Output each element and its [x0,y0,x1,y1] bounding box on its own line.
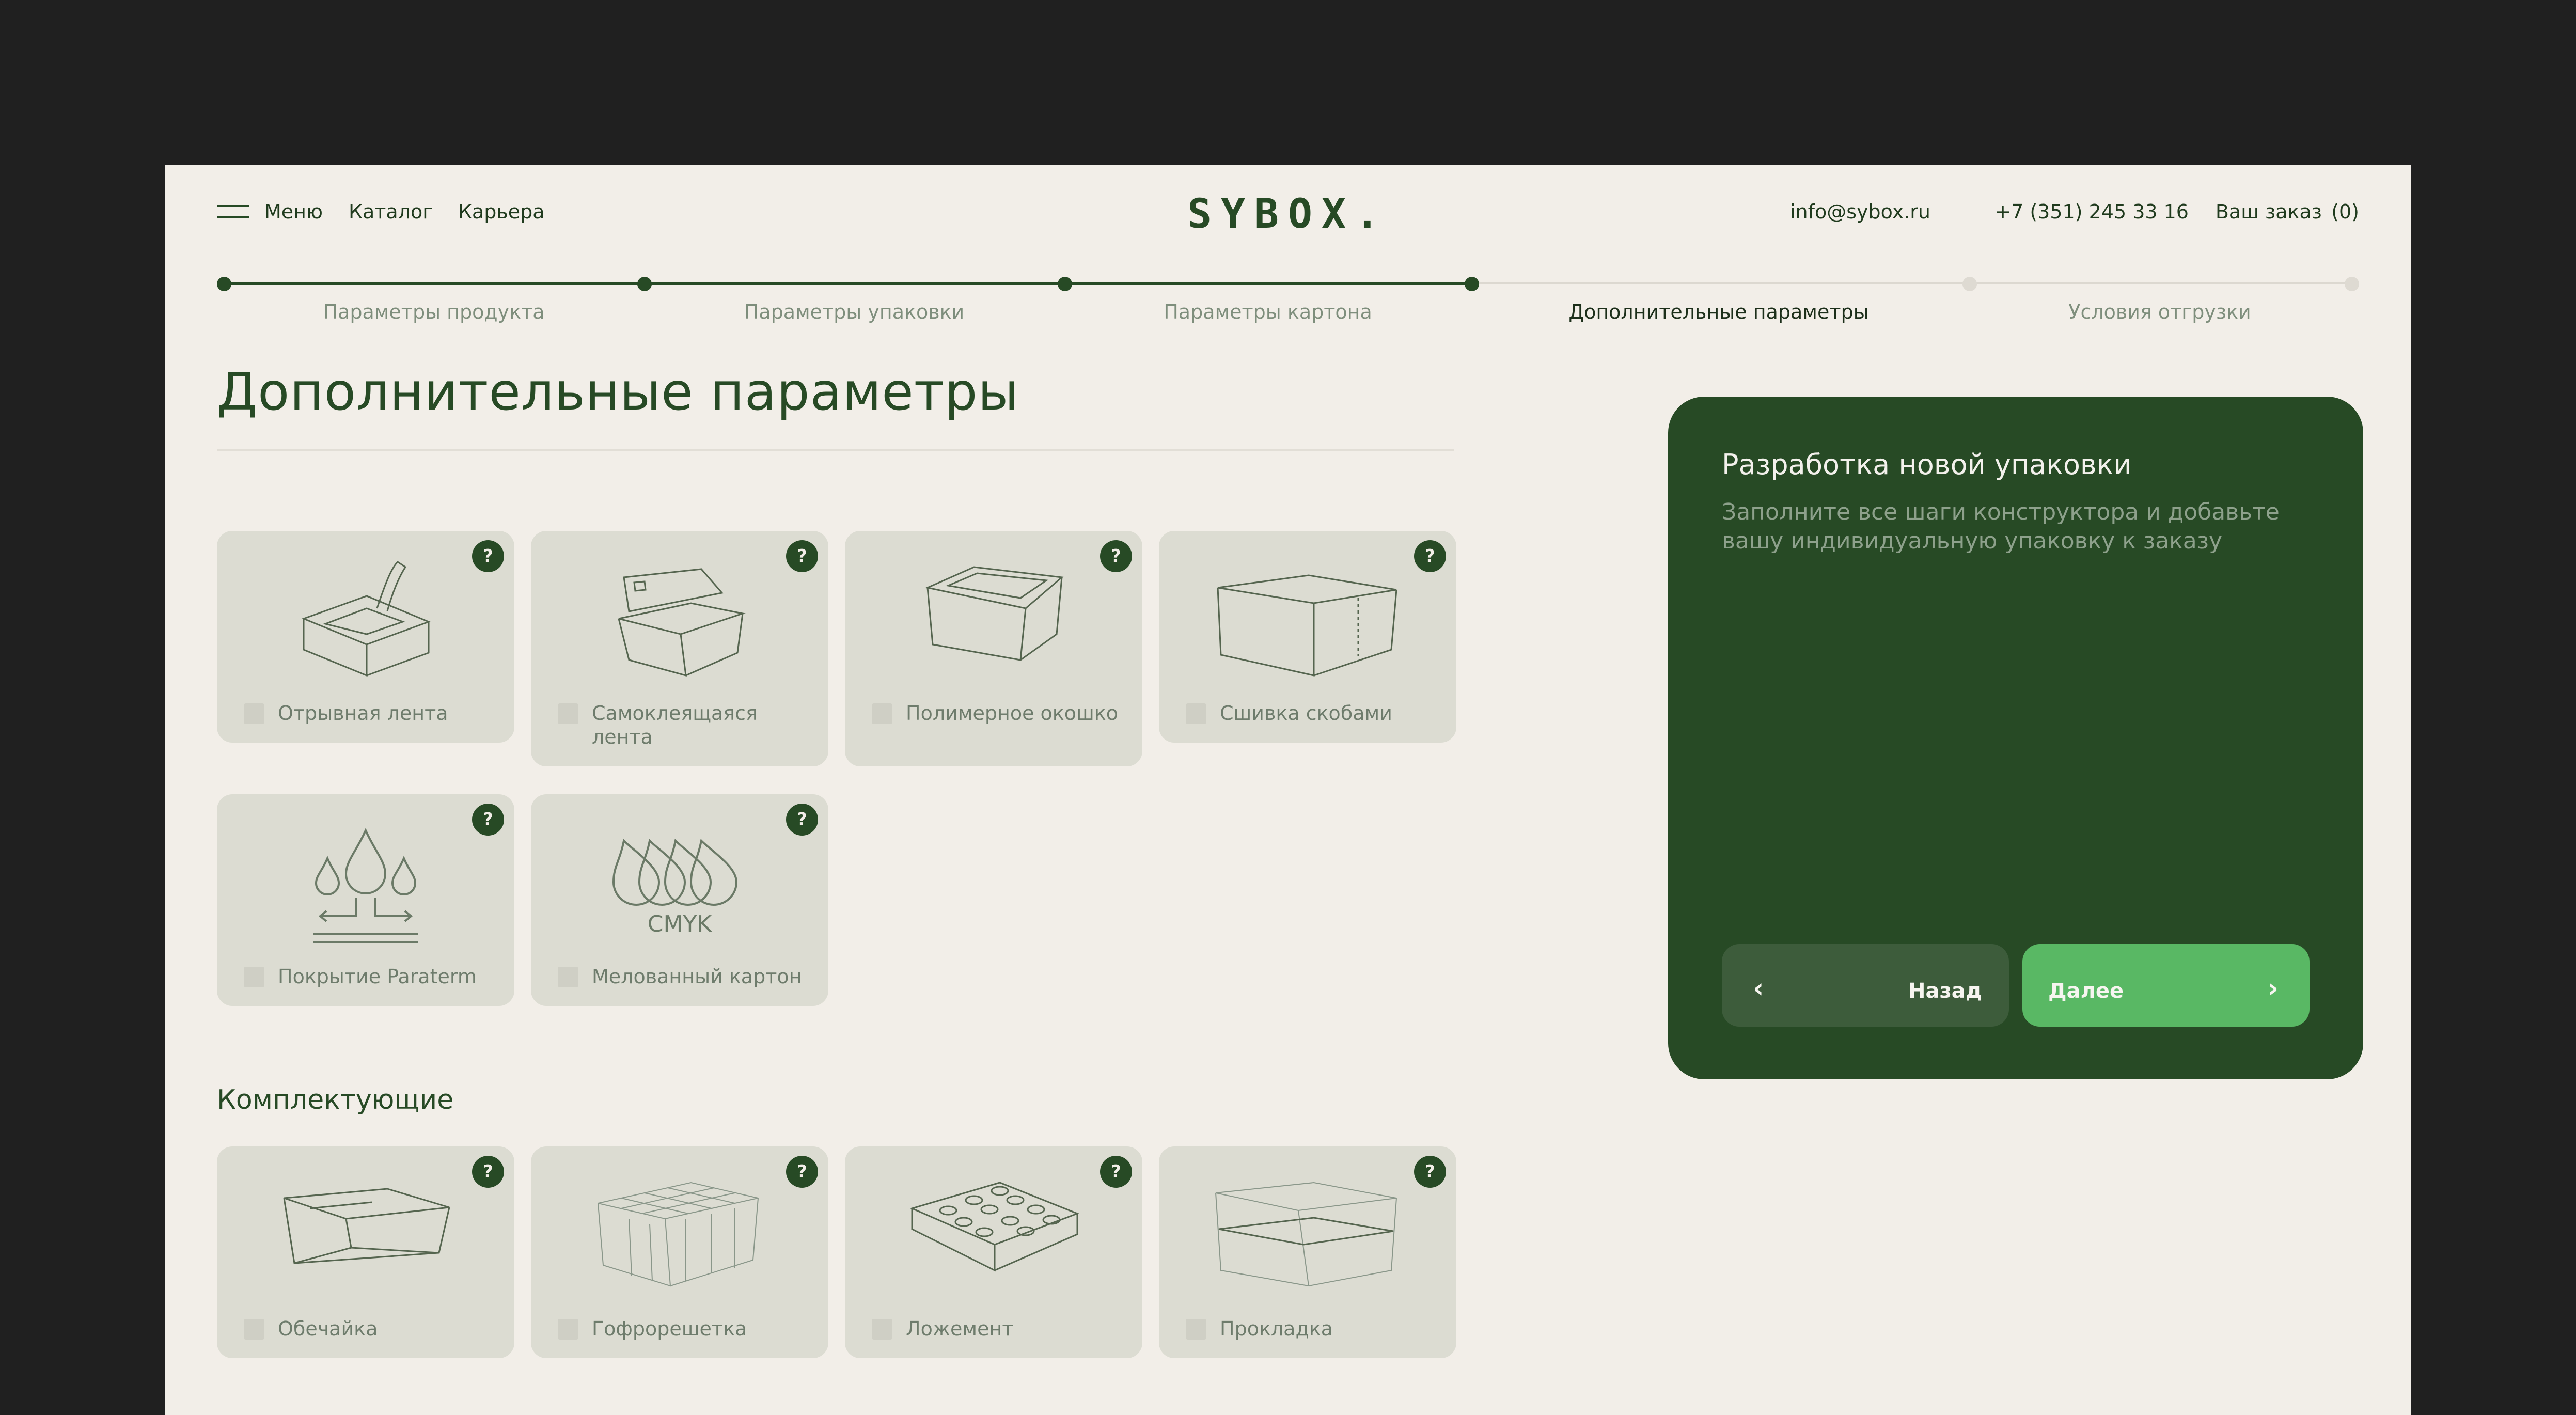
option-label: Сшивка скобами [1220,702,1392,725]
step-dot [1962,277,1977,291]
chevron-left-icon: ‹ [1753,973,1764,1004]
option-card-window[interactable]: ? Полимерное окошко [845,531,1142,766]
back-label: Назад [1908,979,1982,1003]
option-card-self-adhesive[interactable]: ? Самоклеящаяся лента [531,531,828,766]
component-label: Прокладка [1220,1317,1333,1340]
component-label: Обечайка [278,1317,378,1340]
tear-tape-box-icon [301,561,431,677]
step-connector [1065,282,1472,285]
self-adhesive-box-icon [618,568,746,677]
pad-icon [1215,1182,1397,1287]
progress-stepper: Параметры продукта Параметры упаковки Па… [217,269,2359,331]
menu-link[interactable]: Меню [264,200,323,223]
option-checkbox[interactable] [558,967,578,987]
step-cardboard[interactable]: Параметры картона [1164,301,1372,323]
component-card-pad[interactable]: ? Прокладка [1159,1146,1456,1358]
page-title: Дополнительные параметры [217,361,1019,422]
option-label: Отрывная лента [278,702,448,725]
step-product[interactable]: Параметры продукта [323,301,544,323]
option-checkbox[interactable] [872,703,892,724]
option-label: Полимерное окошко [906,702,1118,725]
component-card-sleeve[interactable]: ? Обечайка [217,1146,514,1358]
component-card-lodgement[interactable]: ? Ложемент [845,1146,1142,1358]
phone-link[interactable]: +7 (351) 245 33 16 [1994,200,2189,223]
step-connector [645,282,1065,285]
next-button[interactable]: Далее › [2022,944,2310,1027]
sleeve-icon [283,1188,450,1264]
option-card-staples[interactable]: ? Сшивка скобами [1159,531,1456,743]
component-label: Ложемент [906,1317,1014,1340]
step-dot [1058,277,1072,291]
career-link[interactable]: Карьера [458,200,545,223]
panel-title: Разработка новой упаковки [1722,448,2132,481]
component-checkbox[interactable] [558,1319,578,1340]
step-additional[interactable]: Дополнительные параметры [1568,301,1868,323]
step-shipping[interactable]: Условия отгрузки [2068,301,2251,323]
option-checkbox[interactable] [558,703,578,724]
component-card-grid[interactable]: ? Гофрорешетка [531,1146,828,1358]
order-count[interactable]: (0) [2331,200,2359,223]
cmyk-drops-icon: CMYK [612,838,738,937]
option-checkbox[interactable] [244,703,264,724]
hamburger-icon[interactable] [217,203,249,221]
step-dot [637,277,652,291]
email-link[interactable]: info@sybox.ru [1790,200,1930,223]
next-label: Далее [2048,979,2124,1003]
option-checkbox[interactable] [1186,703,1206,724]
option-checkbox[interactable] [244,967,264,987]
step-packaging[interactable]: Параметры упаковки [744,301,965,323]
water-drops-icon [313,828,418,943]
step-dot [217,277,231,291]
component-checkbox[interactable] [244,1319,264,1340]
step-connector [1472,282,2359,284]
cmyk-text: CMYK [648,911,713,937]
page-frame: Меню Каталог Карьера SYBOX. info@sybox.r… [165,165,2411,1415]
chevron-right-icon: › [2267,973,2279,1004]
component-label: Гофрорешетка [592,1317,747,1340]
site-header: Меню Каталог Карьера SYBOX. info@sybox.r… [217,191,2359,238]
staple-box-icon [1217,574,1397,677]
component-checkbox[interactable] [1186,1319,1206,1340]
option-card-tear-tape[interactable]: ? Отрывная лента [217,531,514,743]
lodgement-icon [909,1182,1080,1272]
step-connector [224,282,645,285]
component-checkbox[interactable] [872,1319,892,1340]
catalog-link[interactable]: Каталог [349,200,433,223]
option-card-coated[interactable]: ? CMYK Мелованный картон [531,794,828,1006]
components-heading: Комплектующие [217,1084,454,1115]
step-dot [2345,277,2359,291]
summary-panel: Разработка новой упаковки Заполните все … [1668,397,2363,1079]
option-label: Мелованный картон [592,965,802,988]
order-link[interactable]: Ваш заказ [2216,200,2322,223]
panel-subtitle: Заполните все шаги конструктора и добавь… [1722,499,2280,554]
title-divider [217,449,1454,451]
option-card-paraterm[interactable]: ? Покрытие Paraterm [217,794,514,1006]
grid-insert-icon [598,1182,759,1287]
option-label: Самоклеящаяся лента [592,702,758,748]
step-dot [1465,277,1479,291]
logo[interactable]: SYBOX. [1187,191,1389,238]
window-box-icon [925,566,1064,661]
option-label: Покрытие Paraterm [278,965,477,988]
back-button[interactable]: ‹ Назад [1722,944,2009,1027]
